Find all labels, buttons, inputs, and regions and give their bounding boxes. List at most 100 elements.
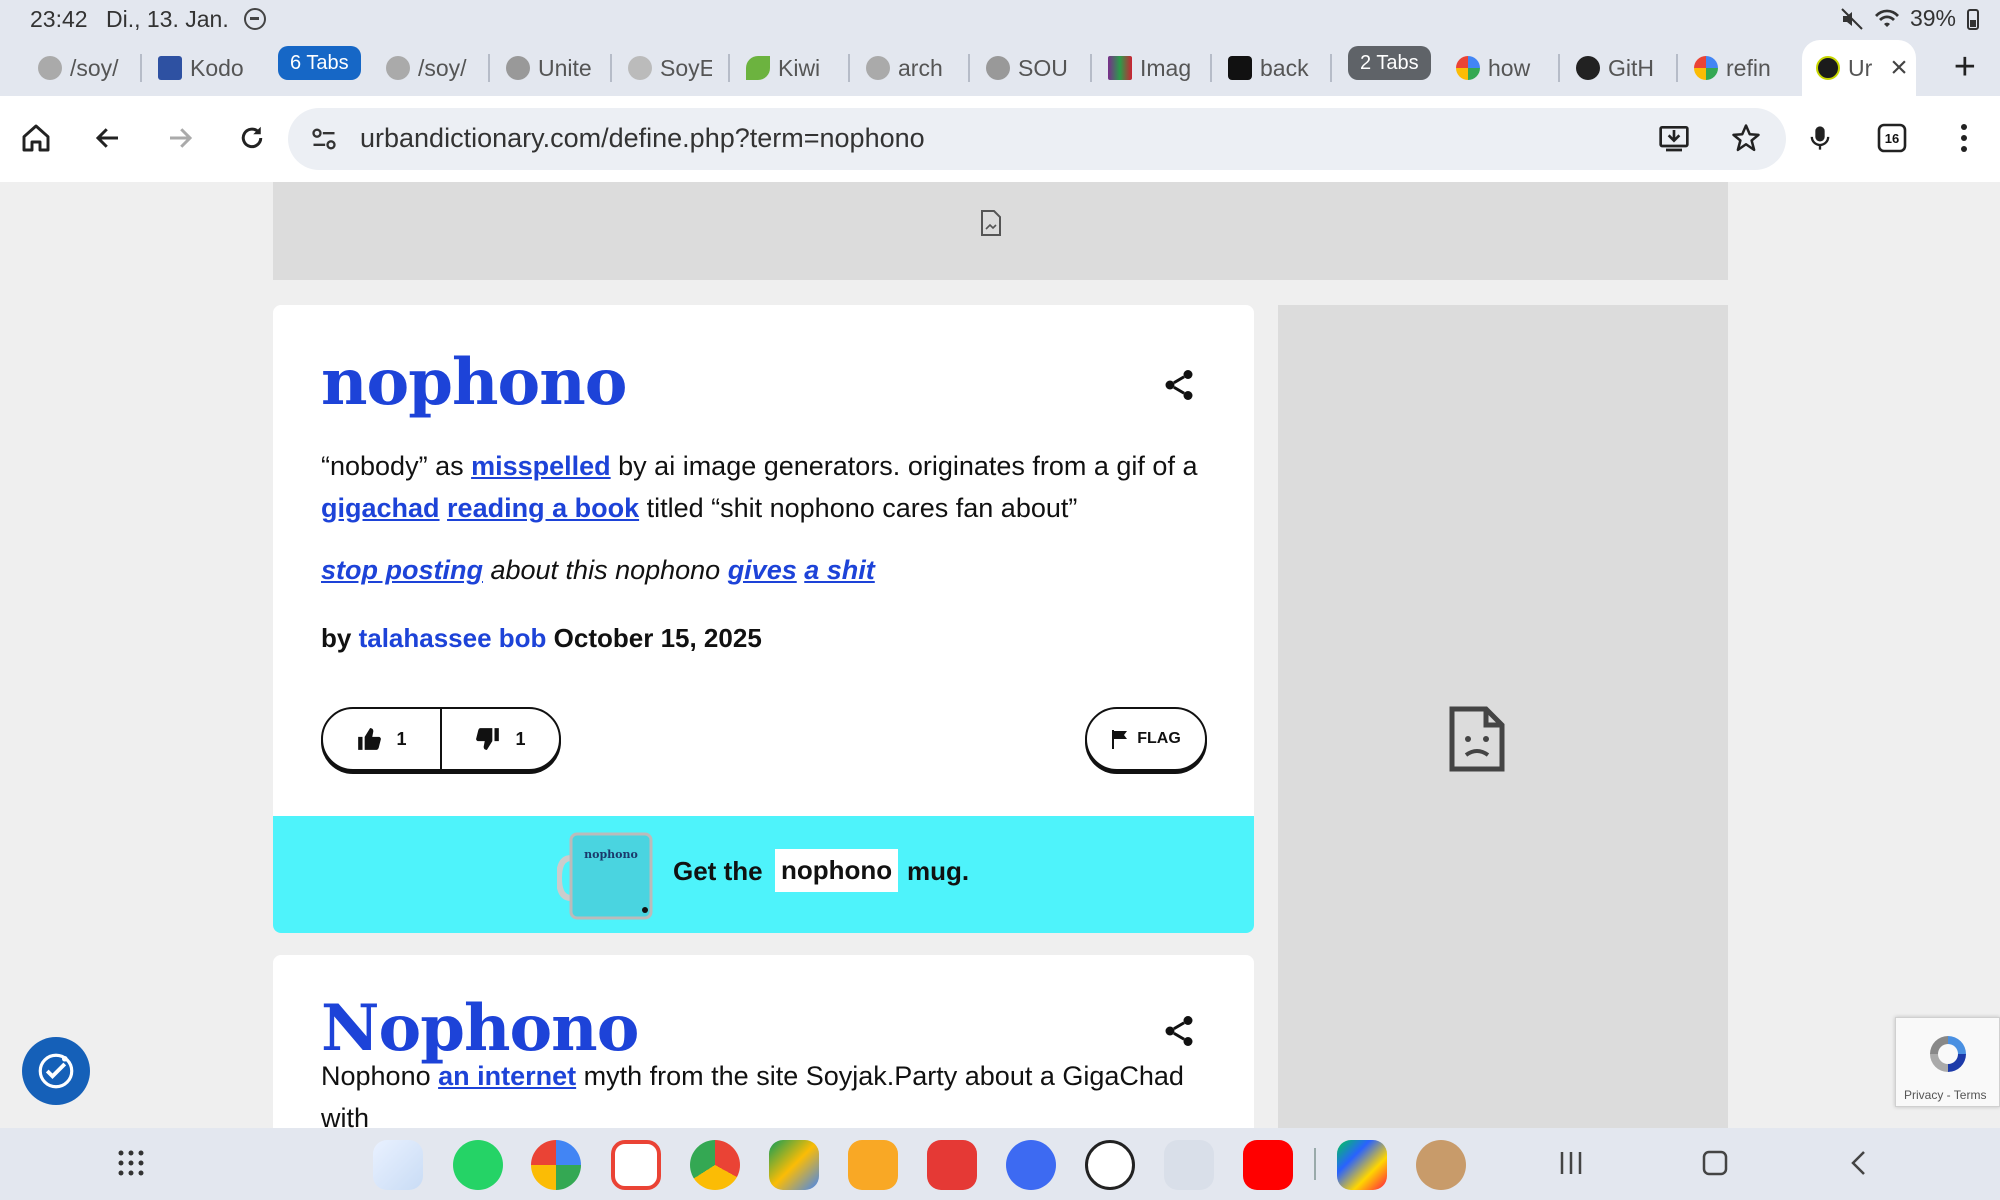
- tab-strip: /soy/ Kodo 6 Tabs /soy/ Unite SoyE Kiwi …: [0, 36, 2000, 131]
- definition-card: nophono “nobody” as misspelled by ai ima…: [273, 305, 1254, 933]
- app-folder-icon[interactable]: [1164, 1140, 1214, 1190]
- site-settings-icon[interactable]: [310, 125, 338, 153]
- tab-item[interactable]: /soy/: [38, 46, 122, 90]
- gmail-app-icon[interactable]: [611, 1140, 661, 1190]
- files-app-icon[interactable]: [848, 1140, 898, 1190]
- tab-item-active[interactable]: Ur ×: [1802, 40, 1916, 96]
- install-app-button[interactable]: [1652, 116, 1696, 160]
- tab-favicon-icon: [386, 56, 410, 80]
- tab-item[interactable]: refin: [1694, 46, 1780, 90]
- tab-item[interactable]: how: [1456, 46, 1538, 90]
- youtube-app-icon[interactable]: [1243, 1140, 1293, 1190]
- tab-divider: [1090, 54, 1092, 82]
- back-nav-icon[interactable]: [1844, 1148, 1874, 1178]
- web-page: nophono “nobody” as misspelled by ai ima…: [0, 182, 2000, 1128]
- close-tab-icon[interactable]: ×: [1890, 51, 1908, 85]
- whatsapp-app-icon[interactable]: [453, 1140, 503, 1190]
- tab-divider: [610, 54, 612, 82]
- link-gives[interactable]: gives: [728, 555, 797, 585]
- battery-icon: [1967, 8, 1979, 30]
- tab-item[interactable]: back: [1228, 46, 1318, 90]
- app-drawer-icon[interactable]: [116, 1148, 146, 1178]
- menu-button[interactable]: [1942, 116, 1986, 160]
- tab-item[interactable]: /soy/: [386, 46, 472, 90]
- app-folder-icon[interactable]: [373, 1140, 423, 1190]
- tab-group-chip[interactable]: 6 Tabs: [278, 46, 361, 80]
- link-reading-a-book[interactable]: reading a book: [447, 493, 639, 523]
- definition-meaning: Nophono an internet myth from the site S…: [321, 1061, 1184, 1128]
- definition-word[interactable]: nophono: [321, 345, 627, 420]
- tab-item[interactable]: Kiwi: [746, 46, 830, 90]
- voice-search-button[interactable]: [1798, 116, 1842, 160]
- bookmark-button[interactable]: [1724, 116, 1768, 160]
- tab-favicon-icon: [1576, 56, 1600, 80]
- dock-divider: [1314, 1148, 1316, 1180]
- url-text[interactable]: urbandictionary.com/define.php?term=noph…: [360, 123, 925, 154]
- thumbs-up-icon: [358, 728, 382, 750]
- messenger-app-icon[interactable]: [1006, 1140, 1056, 1190]
- google-app-icon[interactable]: [531, 1140, 581, 1190]
- tab-item[interactable]: SOU: [986, 46, 1070, 90]
- tab-item[interactable]: SoyE: [628, 46, 712, 90]
- new-tab-button[interactable]: +: [1954, 46, 1976, 89]
- link-a-shit[interactable]: a shit: [804, 555, 875, 585]
- back-button[interactable]: [86, 116, 130, 160]
- status-bar: 23:42 Di., 13. Jan. 39%: [0, 0, 2000, 36]
- share-icon[interactable]: [1161, 367, 1197, 403]
- upvote-button[interactable]: 1: [323, 709, 440, 769]
- tab-divider: [848, 54, 850, 82]
- forward-button[interactable]: [158, 116, 202, 160]
- drive-app-icon[interactable]: [769, 1140, 819, 1190]
- home-button[interactable]: [14, 116, 58, 160]
- link-gigachad[interactable]: gigachad: [321, 493, 440, 523]
- tab-favicon-icon: [1228, 56, 1252, 80]
- upvote-count: 1: [396, 728, 407, 749]
- mug-print-text: nophono: [584, 848, 638, 861]
- share-icon[interactable]: [1161, 1013, 1197, 1049]
- link-misspelled[interactable]: misspelled: [471, 451, 611, 481]
- thumbs-down-icon: [476, 728, 500, 750]
- downvote-count: 1: [515, 728, 526, 749]
- tab-divider: [1676, 54, 1678, 82]
- download-to-device-icon: [1659, 125, 1689, 152]
- home-nav-icon[interactable]: [1700, 1148, 1730, 1178]
- flag-button[interactable]: FLAG: [1085, 707, 1207, 771]
- reload-button[interactable]: [230, 116, 274, 160]
- tab-favicon-icon: [158, 56, 182, 80]
- back-arrow-icon: [95, 128, 118, 148]
- downvote-button[interactable]: 1: [440, 709, 559, 769]
- author-link[interactable]: talahassee bob: [359, 623, 547, 653]
- mug-promo-word: nophono: [775, 849, 899, 892]
- chatgpt-app-icon[interactable]: [1085, 1140, 1135, 1190]
- tab-group-chip[interactable]: 2 Tabs: [1348, 46, 1431, 80]
- mug-promo-banner[interactable]: nophono Get the nophono mug.: [273, 816, 1254, 933]
- more-vert-icon: [1961, 124, 1967, 152]
- recaptcha-links[interactable]: Privacy - Terms: [1904, 1088, 1986, 1102]
- tab-item[interactable]: arch: [866, 46, 950, 90]
- recents-nav-icon[interactable]: [1556, 1148, 1586, 1178]
- link-an-internet[interactable]: an internet: [438, 1061, 576, 1091]
- notes-app-icon[interactable]: [927, 1140, 977, 1190]
- mug-image: nophono: [557, 832, 653, 920]
- address-bar[interactable]: urbandictionary.com/define.php?term=noph…: [288, 108, 1786, 170]
- tab-divider: [728, 54, 730, 82]
- tab-item[interactable]: GitH: [1576, 46, 1660, 90]
- tab-item[interactable]: Unite: [506, 46, 592, 90]
- tab-favicon-icon: [1694, 56, 1718, 80]
- chrome-app-icon[interactable]: [690, 1140, 740, 1190]
- definition-meaning: “nobody” as misspelled by ai image gener…: [321, 451, 1198, 523]
- accessibility-button[interactable]: [22, 1037, 90, 1105]
- recaptcha-icon: [1930, 1036, 1966, 1072]
- broken-image-icon: [1449, 706, 1505, 772]
- tab-item[interactable]: Imag: [1108, 46, 1200, 90]
- byline: by talahassee bob October 15, 2025: [321, 623, 762, 653]
- tab-favicon-icon: [866, 56, 890, 80]
- recent-app-icon[interactable]: [1416, 1140, 1466, 1190]
- tab-switcher-button[interactable]: 16: [1870, 116, 1914, 160]
- tab-divider: [488, 54, 490, 82]
- do-not-disturb-icon: [244, 8, 266, 30]
- tab-item[interactable]: Kodo: [158, 46, 258, 90]
- link-stop-posting[interactable]: stop posting: [321, 555, 483, 585]
- play-store-app-icon[interactable]: [1337, 1140, 1387, 1190]
- recaptcha-badge[interactable]: Privacy - Terms: [1895, 1017, 2000, 1107]
